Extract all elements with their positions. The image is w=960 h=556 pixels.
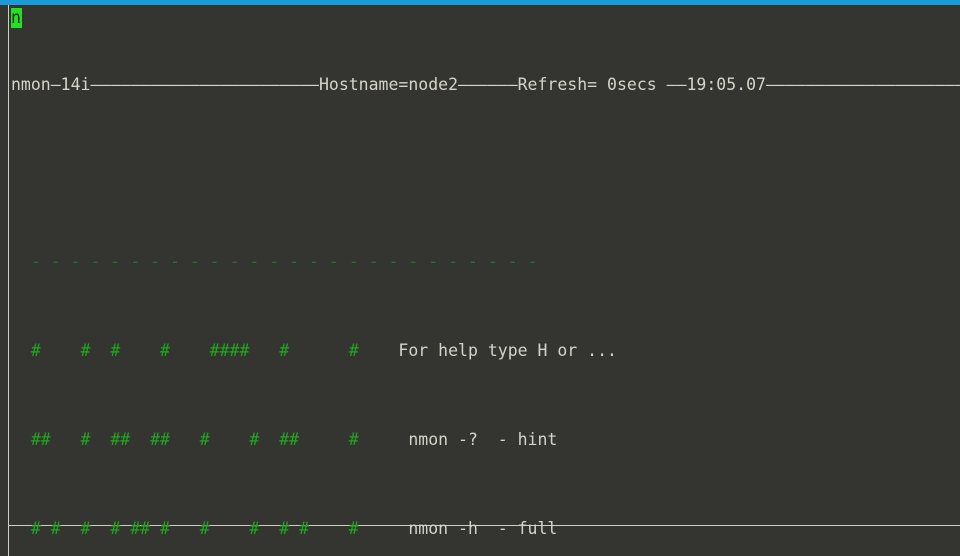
window-accent-bar [0, 0, 960, 5]
logo-line-2: # # # # ## # # # # # # [11, 518, 399, 538]
cursor-character: n [11, 8, 21, 27]
terminal-screen: nmon—14i———————————————————————Hostname=… [0, 0, 960, 556]
window-left-border [8, 5, 9, 556]
logo-line-1: ## # ## ## # # ## # [11, 429, 399, 449]
terminal-text-area: nmon—14i———————————————————————Hostname=… [11, 7, 960, 556]
header-line: nmon—14i———————————————————————Hostname=… [11, 74, 960, 94]
help1-line-2: nmon -h - full [398, 518, 558, 538]
help1-line-0: For help type H or ... [398, 341, 617, 360]
logo-top-rule-row: - - - - - - - - - - - - - - - - - - - - … [11, 251, 960, 273]
logo-top-rule: - - - - - - - - - - - - - - - - - - - - … [11, 252, 538, 272]
logo-row-0: # # # # #### # # For help type H or ... [11, 340, 960, 362]
logo-row-1: ## # ## ## # # ## # nmon -? - hint [11, 429, 960, 451]
help1-line-1: nmon -? - hint [398, 429, 558, 449]
logo-row-2: # # # # ## # # # # # # nmon -h - full [11, 518, 960, 540]
logo-line-0: # # # # #### # # [11, 341, 399, 360]
